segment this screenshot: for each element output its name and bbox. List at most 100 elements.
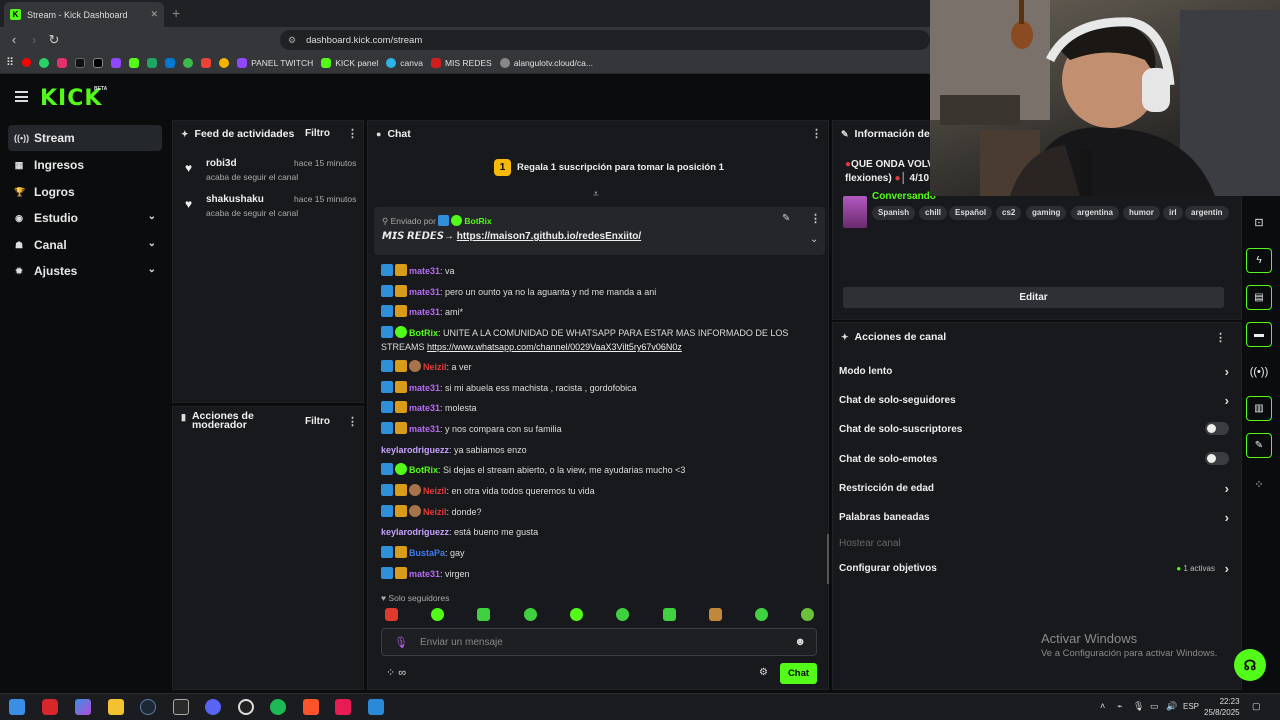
- youtube-icon[interactable]: [22, 58, 32, 67]
- category-thumbnail[interactable]: [843, 196, 867, 228]
- chat-user[interactable]: mate31: [409, 403, 440, 413]
- brave-icon[interactable]: [303, 699, 319, 715]
- sidebar-item-canal[interactable]: ☗ Canal ⌄: [8, 232, 162, 258]
- sidebar-item-logros[interactable]: 🏆 Logros: [8, 179, 162, 205]
- collapse-icon[interactable]: ⩡: [593, 189, 599, 200]
- actions-more-icon[interactable]: ⋮: [1215, 331, 1226, 344]
- emote-icon[interactable]: [524, 608, 537, 621]
- bookmark-panel-twitch[interactable]: PANEL TWITCH: [237, 57, 313, 68]
- emote-icon[interactable]: [663, 608, 676, 621]
- chat-user[interactable]: mate31: [409, 569, 440, 579]
- bookmark-alangulotv[interactable]: alangulotv.cloud/ca...: [499, 57, 593, 68]
- chat-settings-icon[interactable]: ⚙: [759, 667, 768, 678]
- emote-icon[interactable]: [431, 608, 444, 621]
- chat-user[interactable]: BotRix: [409, 465, 438, 475]
- edit-button[interactable]: Editar: [843, 287, 1224, 308]
- mod-more-icon[interactable]: ⋮: [347, 415, 358, 428]
- chat-scrollbar[interactable]: [827, 534, 829, 584]
- bookmark-kick-panel[interactable]: KICK panel: [321, 57, 378, 68]
- chat-user[interactable]: Neizil: [423, 507, 447, 517]
- site-info-icon[interactable]: ⚙: [288, 35, 296, 46]
- chat-link[interactable]: https://www.whatsapp.com/channel/0029Vaa…: [427, 342, 682, 352]
- share-icon[interactable]: ⁘: [1246, 478, 1272, 491]
- chat-input[interactable]: 🎙 Enviar un mensaje ☻: [381, 628, 817, 656]
- kick-icon[interactable]: [129, 57, 140, 68]
- emote-icon[interactable]: [570, 608, 583, 621]
- sidebar-item-ingresos[interactable]: ▦ Ingresos: [8, 152, 162, 178]
- instagram-icon[interactable]: [57, 57, 68, 68]
- action-followers-only[interactable]: Chat de solo-seguidores ›: [839, 393, 1229, 408]
- gmail-icon[interactable]: [201, 57, 212, 68]
- chat-user[interactable]: Neizil: [423, 486, 447, 496]
- chat-user[interactable]: mate31: [409, 287, 440, 297]
- broadcast-icon[interactable]: ((•)): [1246, 366, 1272, 378]
- new-tab-icon[interactable]: +: [172, 5, 180, 21]
- chat-user[interactable]: mate31: [409, 307, 440, 317]
- chat-user[interactable]: keylarodriguezz: [381, 445, 449, 455]
- browser-tab[interactable]: K Stream - Kick Dashboard ✕: [4, 2, 164, 27]
- points-icon[interactable]: ⁘ ∞: [386, 666, 406, 679]
- emote-icon[interactable]: [385, 608, 398, 621]
- notes-button[interactable]: ▤: [1246, 285, 1272, 310]
- reload-icon[interactable]: ↻: [44, 32, 64, 48]
- app-icon[interactable]: [368, 699, 384, 715]
- back-icon[interactable]: ‹: [4, 32, 24, 47]
- chat-user[interactable]: mate31: [409, 424, 440, 434]
- steam-icon[interactable]: [140, 699, 156, 715]
- chat-more-icon[interactable]: ⋮: [811, 127, 822, 140]
- file-explorer-icon[interactable]: [108, 699, 124, 715]
- feed-more-icon[interactable]: ⋮: [347, 127, 358, 140]
- antivirus-icon[interactable]: [42, 699, 58, 715]
- sub-goal-banner[interactable]: 1 Regala 1 suscripción para tomar la pos…: [494, 159, 724, 176]
- microphone-icon[interactable]: 🎙: [1133, 701, 1144, 712]
- emotes-only-toggle[interactable]: [1205, 452, 1229, 465]
- support-headset-button[interactable]: ☊: [1234, 649, 1266, 681]
- close-tab-icon[interactable]: ✕: [150, 9, 158, 20]
- epic-games-icon[interactable]: [173, 699, 189, 715]
- sidebar-item-ajustes[interactable]: ✹ Ajustes ⌄: [8, 258, 162, 284]
- network-icon[interactable]: ⌁: [1117, 701, 1122, 712]
- twitch-icon[interactable]: [111, 57, 122, 68]
- emote-icon[interactable]: [709, 608, 722, 621]
- tray-chevron-up-icon[interactable]: ˄: [1100, 701, 1105, 711]
- pinned-link[interactable]: https://maison7.github.io/redesEnxiito/: [457, 231, 641, 242]
- layout-button[interactable]: ▥: [1246, 396, 1272, 421]
- action-slow-mode[interactable]: Modo lento ›: [839, 364, 1229, 379]
- category-name[interactable]: Conversando: [872, 191, 936, 202]
- pin-icon[interactable]: ✦: [181, 129, 189, 140]
- lightning-button[interactable]: ϟ: [1246, 248, 1272, 273]
- copilot-icon[interactable]: [75, 699, 91, 715]
- subscribers-only-toggle[interactable]: [1205, 422, 1229, 435]
- pinned-more-icon[interactable]: ⋮: [810, 212, 821, 225]
- chat-button[interactable]: ▬: [1246, 322, 1272, 347]
- display-icon[interactable]: ▭: [1150, 701, 1159, 712]
- url-field[interactable]: ⚙ dashboard.kick.com/stream: [280, 30, 930, 50]
- emote-icon[interactable]: [616, 608, 629, 621]
- send-chat-button[interactable]: Chat: [780, 663, 817, 684]
- xbox-icon[interactable]: [183, 57, 194, 68]
- action-age-restriction[interactable]: Restricción de edad ›: [839, 481, 1229, 496]
- feed-user[interactable]: robi3d: [206, 158, 237, 169]
- forward-icon[interactable]: ›: [24, 32, 44, 47]
- tiktok-icon[interactable]: [75, 57, 86, 68]
- bookmark-canva[interactable]: canva: [386, 57, 423, 68]
- system-clock[interactable]: 22:23 25/8/2025: [1204, 696, 1240, 718]
- action-configure-goals[interactable]: Configurar objetivos ● 1 activas ›: [839, 561, 1229, 576]
- notification-icon[interactable]: ▢: [1252, 701, 1261, 712]
- feed-filter-button[interactable]: Filtro: [305, 128, 330, 139]
- obs-icon[interactable]: [238, 699, 254, 715]
- action-banned-words[interactable]: Palabras baneadas ›: [839, 510, 1229, 525]
- emote-icon[interactable]: [755, 608, 768, 621]
- chat-user[interactable]: BotRix: [409, 328, 438, 338]
- sidebar-item-stream[interactable]: ((•)) Stream: [8, 125, 162, 151]
- emoji-icon[interactable]: ☻: [794, 636, 806, 648]
- spotify-icon[interactable]: [270, 699, 286, 715]
- chat-user[interactable]: BustaPa: [409, 548, 445, 558]
- drive-icon[interactable]: [147, 57, 158, 68]
- outlook-icon[interactable]: [165, 57, 176, 68]
- whatsapp-icon[interactable]: [39, 57, 50, 68]
- windows-start-icon[interactable]: [9, 699, 25, 715]
- chat-user[interactable]: mate31: [409, 266, 440, 276]
- chevron-down-icon[interactable]: ⌄: [810, 234, 818, 245]
- chat-user[interactable]: keylarodriguezz: [381, 527, 449, 537]
